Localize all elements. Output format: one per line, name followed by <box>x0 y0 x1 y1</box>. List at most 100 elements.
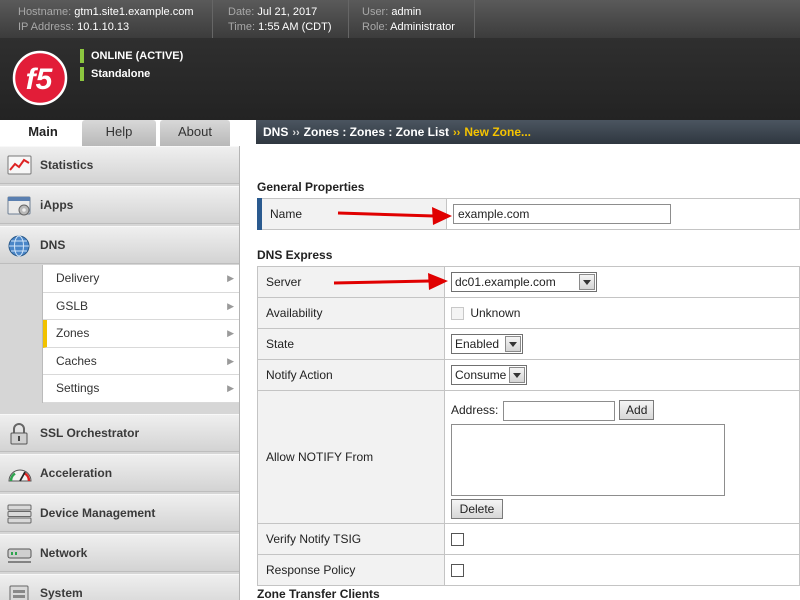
sidebar-item-statistics[interactable]: Statistics <box>0 146 239 184</box>
chevron-right-icon: ▶ <box>227 383 234 394</box>
sidebar-item-dns[interactable]: DNS <box>0 226 239 264</box>
lock-icon <box>10 423 28 445</box>
verify-tsig-row: Verify Notify TSIG <box>257 523 800 555</box>
sidebar-item-label: DNS <box>40 238 66 252</box>
address-label: Address: <box>451 403 499 417</box>
chevron-right-icon: ▶ <box>227 273 234 283</box>
delete-address-button[interactable]: Delete <box>451 499 503 519</box>
statistics-icon <box>7 155 32 175</box>
sidebar-subitem-delivery[interactable]: Delivery ▶ <box>43 265 239 293</box>
sidebar-item-label: System <box>40 586 83 600</box>
server-select[interactable]: dc01.example.com <box>451 272 597 292</box>
verify-tsig-label: Verify Notify TSIG <box>257 523 445 555</box>
hostname-label: Hostname: <box>18 6 72 18</box>
sidebar-item-ssl-orchestrator[interactable]: SSL Orchestrator <box>0 414 239 452</box>
subitem-label: Settings <box>56 381 100 396</box>
red-arrow-icon <box>333 273 448 290</box>
main-content: General Properties Name example.com DNS … <box>241 146 800 600</box>
availability-value: Unknown <box>470 305 521 320</box>
user-info: User: admin Role: Administrator <box>362 5 455 35</box>
subitem-label: Zones <box>56 326 90 341</box>
topbar-divider <box>212 0 213 38</box>
logo-text: f5 <box>26 63 54 96</box>
sidebar-subitem-gslb[interactable]: GSLB ▶ <box>43 292 239 321</box>
sidebar-item-label: Statistics <box>40 158 94 172</box>
date-value: Jul 21, 2017 <box>257 6 318 18</box>
sidebar: Statistics iApps DNS Delivery ▶ GSLB ▶ Z… <box>0 146 240 600</box>
state-row: State Enabled <box>257 328 800 360</box>
allow-notify-label: Allow NOTIFY From <box>257 390 445 524</box>
role-value: Administrator <box>390 21 455 33</box>
header: f5 ONLINE (ACTIVE) Standalone <box>0 38 800 120</box>
datetime-info: Date: Jul 21, 2017 Time: 1:55 AM (CDT) <box>228 5 332 35</box>
sidebar-item-label: SSL Orchestrator <box>40 426 140 440</box>
notify-address-listbox[interactable] <box>451 424 725 496</box>
chevron-down-icon <box>505 336 521 352</box>
subitem-label: Delivery <box>56 271 100 285</box>
sidebar-item-acceleration[interactable]: Acceleration <box>0 454 239 492</box>
network-icon <box>7 548 32 563</box>
response-policy-row: Response Policy <box>257 554 800 586</box>
f5-logo-icon[interactable]: f5 <box>12 50 68 106</box>
state-select[interactable]: Enabled <box>451 334 523 354</box>
top-info-bar: Hostname: gtm1.site1.example.com IP Addr… <box>0 0 800 38</box>
mode-text: Standalone <box>80 67 150 81</box>
tab-main[interactable]: Main <box>8 120 78 147</box>
chevron-down-icon <box>509 367 525 383</box>
chevron-right-icon: ▶ <box>227 355 234 366</box>
server-cell: dc01.example.com <box>444 266 800 298</box>
address-input[interactable] <box>502 400 615 421</box>
sidebar-item-system[interactable]: System <box>0 574 239 600</box>
server-icon <box>7 504 32 524</box>
time-label: Time: <box>228 21 256 33</box>
availability-status-icon <box>451 307 464 321</box>
sidebar-subitem-settings[interactable]: Settings ▶ <box>43 375 239 403</box>
breadcrumb-separator: ›› <box>453 127 461 139</box>
sidebar-item-network[interactable]: Network <box>0 534 239 572</box>
user-value: admin <box>391 6 422 18</box>
breadcrumb-path[interactable]: Zones : Zones : Zone List <box>304 125 449 139</box>
name-input[interactable]: example.com <box>453 204 671 224</box>
general-properties-heading: General Properties <box>257 180 365 194</box>
chevron-right-icon: ▶ <box>227 300 234 311</box>
state-label: State <box>257 328 445 360</box>
zone-transfer-clients-heading: Zone Transfer Clients <box>257 587 380 600</box>
tab-about[interactable]: About <box>160 120 230 146</box>
dns-globe-icon <box>8 235 30 257</box>
sidebar-subitem-zones[interactable]: Zones ▶ <box>43 320 239 348</box>
ip-value: 10.1.10.13 <box>77 21 130 33</box>
notify-action-select[interactable]: Consume <box>451 365 527 385</box>
sidebar-item-label: iApps <box>40 198 74 212</box>
state-cell: Enabled <box>444 328 800 360</box>
notify-action-select-value: Consume <box>455 368 507 382</box>
tab-help[interactable]: Help <box>82 120 156 146</box>
hostname-value: gtm1.site1.example.com <box>74 6 194 18</box>
breadcrumb: DNS ›› Zones : Zones : Zone List ›› New Zone… <box>256 120 800 144</box>
sidebar-item-iapps[interactable]: iApps <box>0 186 239 224</box>
topbar-divider <box>348 0 349 38</box>
red-arrow-icon <box>337 207 452 225</box>
date-label: Date: <box>228 6 255 18</box>
sidebar-subitem-caches[interactable]: Caches ▶ <box>43 347 239 376</box>
verify-tsig-checkbox[interactable] <box>451 533 464 547</box>
name-cell: example.com <box>446 198 800 230</box>
chevron-right-icon: ▶ <box>227 328 234 339</box>
address-line: Address: Add <box>451 400 799 422</box>
allow-notify-cell: Address: Add Delete <box>444 390 800 524</box>
add-address-button[interactable]: Add <box>619 400 655 420</box>
dns-express-table: Server dc01.example.com Availability Unk… <box>257 266 800 586</box>
ip-label: IP Address: <box>18 21 75 33</box>
sidebar-item-device-management[interactable]: Device Management <box>0 494 239 532</box>
breadcrumb-root[interactable]: DNS <box>263 125 288 139</box>
dns-express-heading: DNS Express <box>257 248 333 262</box>
subitem-label: GSLB <box>56 298 89 313</box>
sidebar-item-label: Network <box>40 546 88 560</box>
response-policy-checkbox[interactable] <box>451 564 464 578</box>
chevron-down-icon <box>579 274 595 290</box>
host-info: Hostname: gtm1.site1.example.com IP Addr… <box>18 5 193 35</box>
allow-notify-row: Allow NOTIFY From Address: Add Delete <box>257 390 800 524</box>
dns-submenu: Delivery ▶ GSLB ▶ Zones ▶ Caches ▶ Setti… <box>42 265 239 403</box>
availability-row: Availability Unknown <box>257 297 800 329</box>
iapps-icon <box>7 196 31 216</box>
state-select-value: Enabled <box>455 337 500 351</box>
